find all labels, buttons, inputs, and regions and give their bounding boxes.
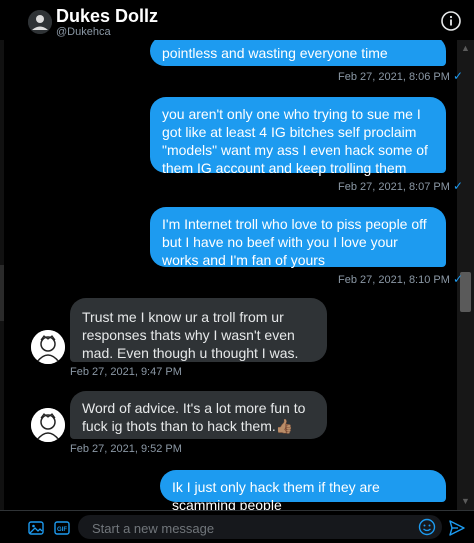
message-timestamp: Feb 27, 2021, 8:07 PM [338,181,450,193]
send-icon [449,520,465,536]
conversation-header: Dukes Dollz @Dukehca [0,0,474,40]
message-meta: Feb 27, 2021, 8:07 PM ✓ [338,179,463,193]
message-text: pointless and wasting everyone time [162,45,388,61]
send-button[interactable] [448,519,466,537]
scroll-up-arrow-icon[interactable]: ▲ [457,40,474,57]
message-text: I'm Internet troll who love to piss peop… [162,216,427,268]
emoji-icon [418,518,436,536]
header-avatar[interactable] [28,10,52,34]
info-button[interactable] [440,10,462,32]
sender-avatar-image [31,408,65,442]
sender-avatar[interactable] [31,408,65,442]
message-text: you aren't only one who trying to sue me… [162,106,428,176]
message-meta: Feb 27, 2021, 9:52 PM [70,443,182,455]
seen-check-icon: ✓ [452,272,464,286]
media-button[interactable] [28,520,44,536]
gif-icon: GIF [54,521,70,535]
gif-icon-label: GIF [57,527,67,533]
message-bubble-outgoing[interactable]: I'm Internet troll who love to piss peop… [150,207,446,268]
message-bubble-outgoing[interactable]: pointless and wasting everyone time [150,36,446,66]
message-bubble-incoming[interactable]: Trust me I know ur a troll from ur respo… [70,298,327,362]
left-scroll-thumb[interactable] [0,265,4,321]
sender-avatar-image [31,330,65,364]
gif-button[interactable]: GIF [54,520,70,536]
sender-avatar[interactable] [31,330,65,364]
emoji-button[interactable] [418,518,436,536]
message-bubble-outgoing[interactable]: Ik I just only hack them if they are sca… [160,470,446,513]
message-timestamp: Feb 27, 2021, 8:10 PM [338,274,450,286]
avatar-image [28,10,52,34]
message-timestamp: Feb 27, 2021, 9:47 PM [70,366,182,378]
message-meta: Feb 27, 2021, 9:47 PM [70,366,182,378]
seen-check-icon: ✓ [452,69,464,83]
message-text: Trust me I know ur a troll from ur respo… [82,309,299,361]
message-bubble-incoming[interactable]: Word of advice. It's a lot more fun to f… [70,391,327,439]
message-text: Word of advice. It's a lot more fun to f… [82,400,306,434]
scroll-down-arrow-icon[interactable]: ▼ [457,493,474,510]
message-meta: Feb 27, 2021, 8:10 PM ✓ [338,272,463,286]
message-input[interactable] [90,518,414,538]
seen-check-icon: ✓ [452,179,464,193]
conversation-name[interactable]: Dukes Dollz [56,6,158,27]
info-icon [441,11,461,31]
message-timestamp: Feb 27, 2021, 9:52 PM [70,443,182,455]
message-meta: Feb 27, 2021, 8:06 PM ✓ [338,69,463,83]
message-input-container[interactable] [78,515,442,539]
media-icon [28,521,44,535]
message-composer: GIF [0,510,474,543]
message-bubble-outgoing[interactable]: you aren't only one who trying to sue me… [150,97,446,176]
message-text: Ik I just only hack them if they are sca… [172,479,380,513]
message-timestamp: Feb 27, 2021, 8:06 PM [338,71,450,83]
conversation-handle: @Dukehca [56,26,111,38]
